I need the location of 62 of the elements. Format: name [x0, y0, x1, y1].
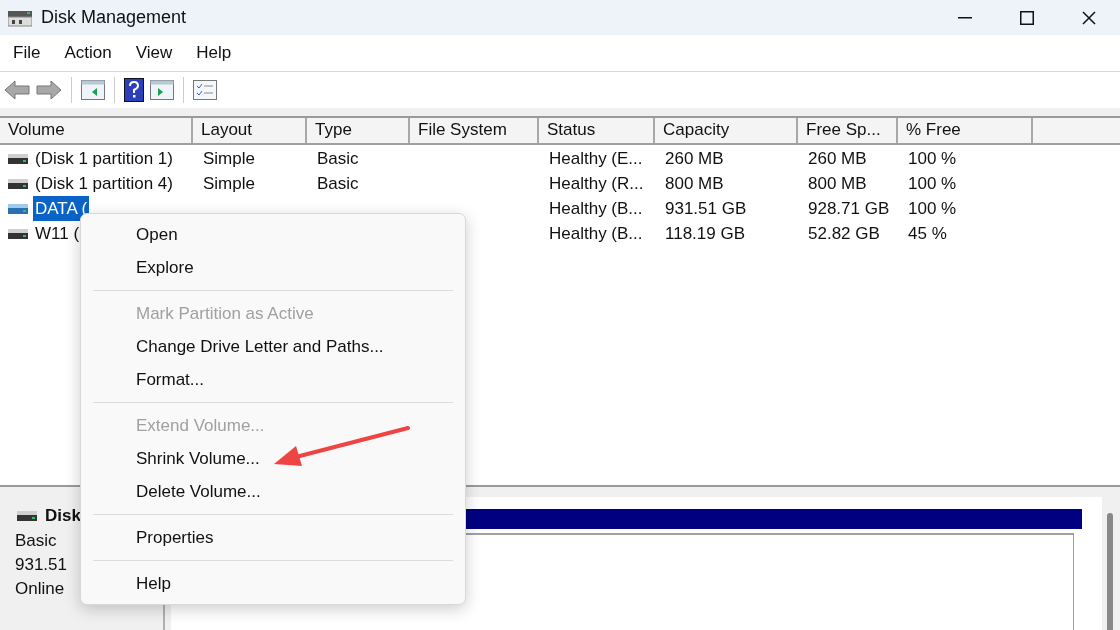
table-cell-text: Simple — [202, 172, 256, 195]
table-cell-text: 260 MB — [807, 147, 868, 170]
menu-option[interactable]: Change Drive Letter and Paths... — [93, 330, 453, 363]
menu-option[interactable]: Open — [93, 218, 453, 251]
checklist-icon[interactable] — [193, 80, 217, 100]
menu-option[interactable]: Explore — [93, 251, 453, 284]
drive-icon — [8, 228, 28, 239]
table-cell-text: 260 MB — [664, 147, 725, 170]
minimize-icon — [958, 16, 972, 19]
column-header[interactable]: % Free — [898, 118, 1033, 143]
table-cell-text: Simple — [202, 147, 256, 170]
disk-detail: 931.51 — [15, 553, 67, 576]
column-header[interactable]: Type — [307, 118, 410, 143]
menu-item[interactable]: File — [5, 40, 49, 66]
column-header[interactable]: Layout — [193, 118, 307, 143]
maximize-icon — [1020, 10, 1034, 25]
table-cell-text: (Disk 1 partition 4) — [34, 172, 174, 195]
table-cell-text: Healthy (R... — [548, 172, 645, 195]
table-cell-text: Healthy (B... — [548, 222, 644, 245]
drive-icon — [8, 203, 28, 214]
menu-option[interactable]: Properties — [93, 521, 453, 554]
table-cell-text: 931.51 GB — [664, 197, 748, 220]
column-header[interactable]: Free Sp... — [798, 118, 898, 143]
help-icon[interactable] — [124, 78, 144, 102]
menu-option[interactable]: Delete Volume... — [93, 475, 453, 508]
column-header[interactable]: Volume — [0, 118, 193, 143]
column-header[interactable]: File System — [410, 118, 539, 143]
table-cell-text: 100 % — [907, 172, 958, 195]
table-cell-text: 100 % — [907, 197, 958, 220]
table-cell-text: 52.82 GB — [807, 222, 881, 245]
menu-item[interactable]: Action — [56, 40, 120, 66]
table-cell-text: 800 MB — [664, 172, 725, 195]
pane-icon[interactable] — [81, 80, 105, 100]
table-cell-text: Healthy (B... — [548, 197, 644, 220]
menu-item[interactable]: View — [127, 40, 181, 66]
disk-label: Disk — [45, 505, 81, 527]
menu-option[interactable]: Format... — [93, 363, 453, 396]
close-icon — [1082, 10, 1096, 25]
back-arrow-icon — [4, 80, 30, 100]
table-cell-text: Basic — [316, 147, 360, 170]
disk-detail: Basic — [15, 529, 57, 552]
table-cell-text: Healthy (E... — [548, 147, 644, 170]
drive-icon — [17, 510, 37, 521]
column-header[interactable]: Capacity — [655, 118, 798, 143]
drive-icon — [8, 153, 28, 164]
table-cell-text: 800 MB — [807, 172, 868, 195]
forward-arrow-icon — [36, 80, 62, 100]
menu-item[interactable]: Help — [188, 40, 240, 66]
table-cell-text: (Disk 1 partition 1) — [34, 147, 174, 170]
table-cell-text: 928.71 GB — [807, 197, 891, 220]
pane-icon[interactable] — [150, 80, 174, 100]
menu-option[interactable]: Help — [93, 567, 453, 600]
table-cell-text: Basic — [316, 172, 360, 195]
disk-detail: Online — [15, 577, 65, 600]
table-cell-text: W11 ( — [34, 222, 81, 245]
window-title: Disk Management — [41, 6, 187, 29]
menu-option[interactable]: Shrink Volume... — [93, 442, 453, 475]
column-header[interactable]: Status — [539, 118, 655, 143]
table-cell-text: 118.19 GB — [664, 222, 747, 245]
drive-icon — [8, 178, 28, 189]
table-cell-text: 45 % — [907, 222, 948, 245]
table-cell-text: 100 % — [907, 147, 958, 170]
